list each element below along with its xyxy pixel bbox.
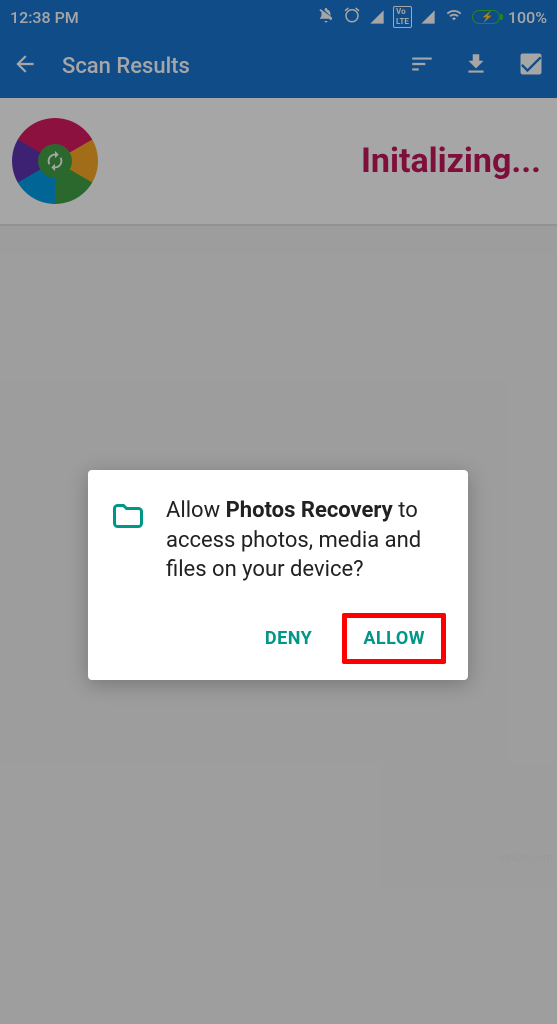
allow-button[interactable]: ALLOW xyxy=(357,624,431,653)
watermark: wsxdn.com xyxy=(497,851,553,864)
deny-button[interactable]: DENY xyxy=(251,618,326,659)
dialog-app-name: Photos Recovery xyxy=(226,498,393,523)
dialog-message: Allow Photos Recovery to access photos, … xyxy=(166,496,446,585)
permission-dialog: Allow Photos Recovery to access photos, … xyxy=(88,470,468,680)
dialog-text-prefix: Allow xyxy=(166,498,226,523)
folder-icon xyxy=(110,498,146,585)
allow-highlight: ALLOW xyxy=(342,613,446,664)
